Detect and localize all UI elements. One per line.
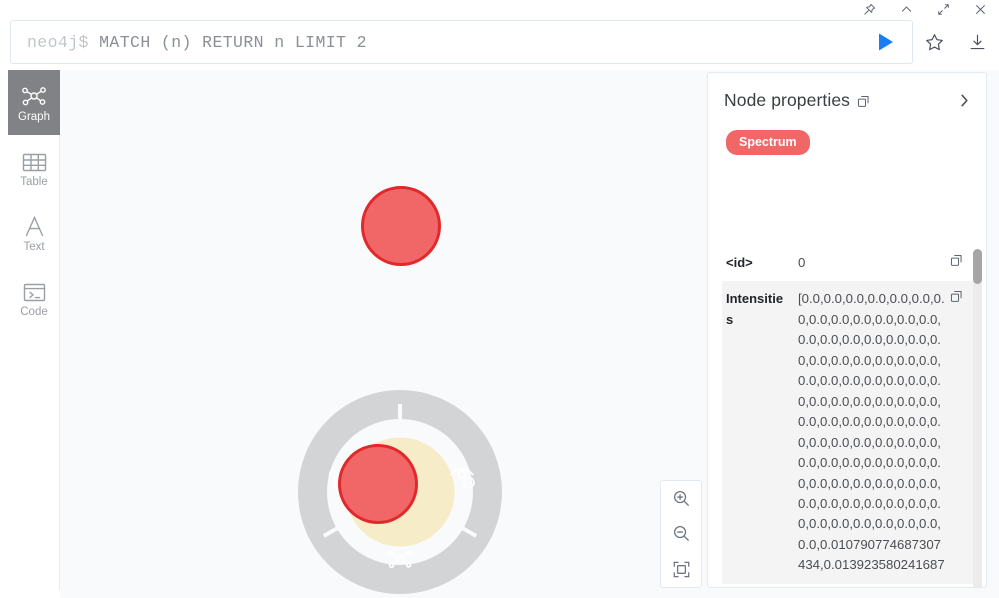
expand-icon[interactable]	[925, 0, 962, 18]
play-icon	[879, 33, 893, 51]
chevron-up-icon[interactable]	[888, 0, 925, 18]
close-icon[interactable]	[962, 0, 999, 18]
zoom-out-icon	[673, 526, 689, 542]
editor-actions	[913, 20, 999, 64]
sidebar-item-graph[interactable]: Graph	[8, 70, 60, 135]
query-text: MATCH (n) RETURN n LIMIT 2	[99, 32, 367, 52]
copy-property-icon[interactable]	[950, 245, 974, 272]
view-sidebar: Graph Table Text Code	[8, 70, 60, 590]
hide-node-icon[interactable]	[446, 462, 480, 496]
collapse-panel-button[interactable]	[957, 92, 972, 114]
zoom-in-icon	[673, 491, 689, 507]
copy-property-icon[interactable]	[950, 281, 974, 308]
property-row: Intensities [0.0,0.0,0.0,0.0,0.0,0.0,0.0…	[722, 281, 974, 584]
property-value: [0.0,0.0,0.0,0.0,0.0,0.0,0.0,0.0,0.0,0.0…	[798, 291, 945, 573]
node-properties-panel: Node properties Spectrum <id> 0 Intensit…	[707, 72, 987, 588]
property-value: 0	[798, 255, 806, 270]
zoom-to-fit-button[interactable]	[661, 552, 701, 587]
graph-icon	[21, 82, 47, 108]
download-button[interactable]	[960, 21, 996, 63]
code-icon	[22, 277, 47, 303]
pin-icon[interactable]	[851, 0, 888, 18]
property-key: <id>	[726, 255, 753, 270]
download-icon	[970, 34, 985, 49]
properties-table: <id> 0 Intensities [0.0,0.0,0.0,0.0,0.0,…	[722, 245, 974, 587]
graph-node-selected[interactable]	[338, 444, 418, 524]
table-icon	[22, 147, 47, 173]
query-editor[interactable]: neo4j$ MATCH (n) RETURN n LIMIT 2	[10, 20, 913, 64]
query-prompt: neo4j$	[27, 32, 89, 52]
panel-title: Node properties	[724, 90, 851, 110]
properties-scrollbar[interactable]	[973, 249, 982, 587]
properties-header: Node properties	[708, 73, 986, 114]
chevron-right-icon	[961, 94, 968, 107]
property-key: Intensities	[726, 291, 784, 327]
sidebar-item-label: Table	[20, 175, 48, 188]
sidebar-item-label: Graph	[18, 110, 50, 123]
favorite-button[interactable]	[917, 21, 953, 63]
sidebar-item-code[interactable]: Code	[8, 265, 60, 330]
scrollbar-thumb[interactable]	[973, 249, 982, 284]
zoom-in-button[interactable]	[661, 481, 701, 516]
text-icon	[22, 212, 47, 238]
expand-relationships-icon[interactable]	[383, 542, 417, 576]
zoom-controls	[660, 480, 702, 588]
copy-all-icon[interactable]	[857, 95, 870, 113]
sidebar-item-table[interactable]: Table	[8, 135, 60, 200]
node-label-badge[interactable]: Spectrum	[726, 130, 810, 155]
run-query-button[interactable]	[860, 21, 912, 63]
neo4j-browser-window: neo4j$ MATCH (n) RETURN n LIMIT 2 Graph …	[0, 0, 999, 598]
graph-node[interactable]	[361, 186, 441, 266]
window-titlebar	[0, 0, 999, 18]
sidebar-item-text[interactable]: Text	[8, 200, 60, 265]
zoom-to-fit-icon	[673, 561, 689, 578]
sidebar-item-label: Code	[20, 305, 48, 318]
property-row: <id> 0	[722, 245, 974, 281]
zoom-out-button[interactable]	[661, 516, 701, 551]
query-input[interactable]: neo4j$ MATCH (n) RETURN n LIMIT 2	[11, 33, 860, 52]
node-labels: Spectrum	[708, 114, 986, 155]
sidebar-item-label: Text	[23, 240, 45, 253]
star-icon	[926, 33, 943, 50]
